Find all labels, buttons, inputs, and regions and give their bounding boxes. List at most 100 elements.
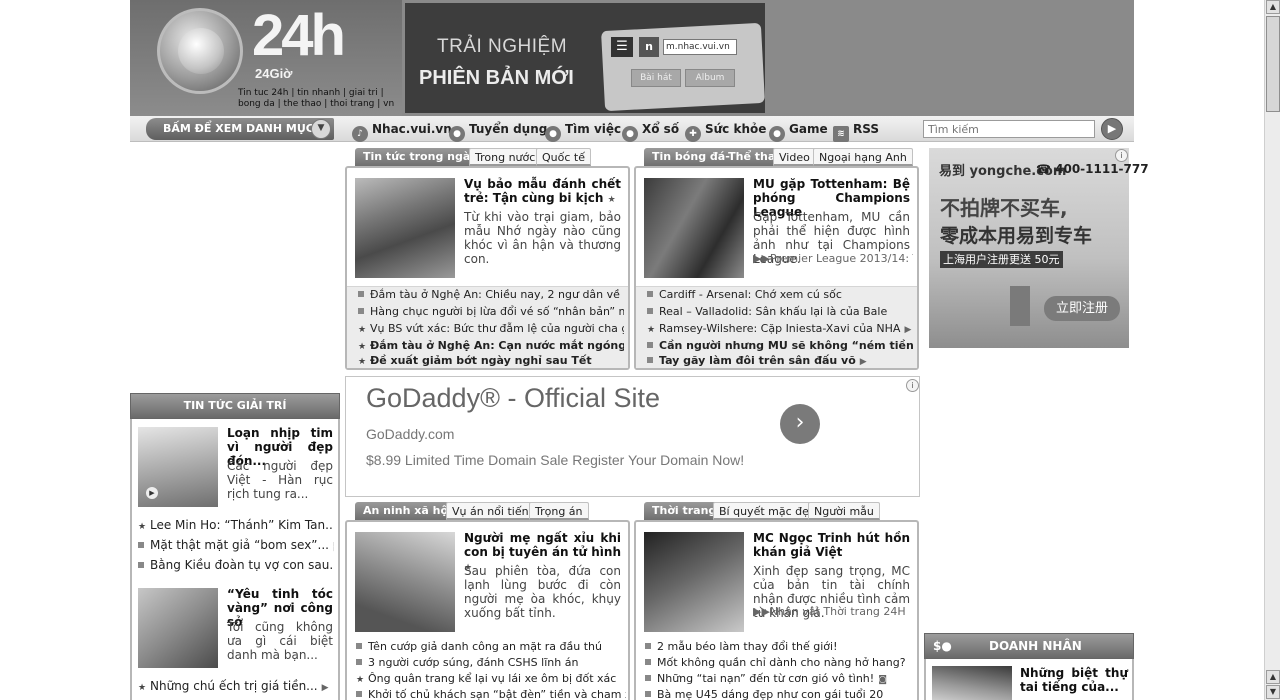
bullet-icon — [645, 675, 651, 681]
fashion-headline[interactable]: MC Ngọc Trinh hút hồn khán giả Việt — [753, 531, 910, 559]
tab-bi-quyet-mac-dep[interactable]: Bí quyết mặc đẹp — [713, 502, 822, 520]
ad-title[interactable]: GoDaddy® - Official Site — [366, 383, 660, 414]
scrollbar-thumb[interactable] — [1266, 16, 1280, 112]
list-item[interactable]: 2 mẫu béo làm thay đổi thế giới! — [645, 640, 915, 654]
bullet-icon — [138, 542, 144, 548]
bullet-icon — [645, 691, 651, 697]
business-headline[interactable]: Những biệt thự tai tiếng của... — [1020, 666, 1128, 694]
list-item[interactable]: Mốt không quần chỉ dành cho nàng hở hang… — [645, 656, 915, 670]
list-item[interactable]: Bà mẹ U45 dáng đẹp như con gái tuổi 20 — [645, 688, 915, 700]
star-icon: ★ — [607, 195, 616, 205]
nav-item-suc-khoe[interactable]: ✚ Sức khỏe — [685, 116, 766, 142]
tab-trong-nuoc[interactable]: Trong nước — [469, 148, 542, 166]
star-icon: ★ — [358, 357, 367, 367]
tab-an-ninh-xa-hoi[interactable]: An ninh xã hội — [355, 502, 460, 526]
logo-text[interactable]: 24h — [252, 4, 346, 68]
list-item[interactable]: ★ Những chú ếch trị giá tiền... ▶ — [138, 679, 334, 695]
list-item[interactable]: Real – Valladolid: Sân khấu lại là của B… — [647, 305, 913, 319]
lottery-icon: ● — [622, 126, 638, 142]
sport-thumbnail[interactable] — [644, 178, 744, 278]
category-menu-button[interactable]: BẤM ĐỂ XEM DANH MỤC — [146, 118, 334, 140]
bullet-icon — [358, 308, 364, 314]
list-item[interactable]: Bằng Kiều đoàn tụ vợ con sau... — [138, 558, 334, 572]
scroll-up-icon[interactable]: ▲ — [1266, 670, 1280, 684]
tab-ngoai-hang-anh[interactable]: Ngoại hạng Anh — [813, 148, 913, 166]
nav-item-rss[interactable]: ≋ RSS — [833, 116, 879, 142]
business-section-title[interactable]: $● DOANH NHÂN — [924, 633, 1134, 659]
nav-item-tuyen-dung[interactable]: ● Tuyển dụng — [449, 116, 547, 142]
play-arrow-icon: ▶▶ — [753, 605, 770, 618]
list-item[interactable]: ★ Vụ BS vứt xác: Bức thư đẫm lệ của người… — [358, 322, 624, 337]
list-item[interactable]: Tên cướp giả danh công an mặt ra đầu thú — [356, 640, 626, 654]
star-icon: ★ — [356, 675, 365, 685]
list-item[interactable]: Đắm tàu ở Nghệ An: Chiều nay, 2 ngư dân … — [358, 288, 624, 302]
list-item[interactable]: Tay gãy làm đôi trên sân đấu võ ▶ — [647, 354, 913, 369]
sport-source-link[interactable]: ▶▶Premier League 2013/14: Tứ... — [753, 252, 913, 265]
fashion-source-link[interactable]: ▶▶Nhân vật Thời trang 24H — [753, 605, 913, 618]
list-item[interactable]: ★ Ông quân trang kể lại vụ lái xe ôm bị đ… — [356, 672, 626, 687]
ad-info-icon[interactable]: i — [1115, 149, 1128, 162]
music-icon: ♪ — [352, 126, 368, 142]
sidebar-thumbnail[interactable] — [138, 588, 218, 668]
tab-nguoi-mau[interactable]: Người mẫu — [808, 502, 880, 520]
tab-video[interactable]: Video — [773, 148, 816, 166]
bullet-icon — [356, 659, 362, 665]
people-icon: ● — [449, 126, 465, 142]
logo-subtext: 24Giờ — [255, 66, 293, 81]
tab-quoc-te[interactable]: Quốc tế — [536, 148, 591, 166]
chevron-down-icon[interactable]: ▼ — [311, 119, 331, 139]
bullet-icon — [645, 659, 651, 665]
tab-tin-bong-da[interactable]: Tin bóng đá-Thể thao — [644, 148, 791, 172]
list-item[interactable]: ★ Đắm tàu ở Nghệ An: Cạn nước mắt ngóng c… — [358, 339, 624, 354]
play-arrow-icon: ▶▶ — [753, 252, 770, 265]
header-banner-ad[interactable]: TRẢI NGHIỆM PHIÊN BẢN MỚI ☰ n m.nhac.vui… — [405, 3, 765, 113]
fashion-thumbnail[interactable] — [644, 532, 744, 632]
news-thumbnail[interactable] — [355, 178, 455, 278]
search-input[interactable] — [923, 120, 1095, 138]
business-thumbnail[interactable] — [932, 666, 1012, 700]
health-icon: ✚ — [685, 126, 701, 142]
scroll-down-icon[interactable]: ▼ — [1266, 685, 1280, 699]
list-item[interactable]: ★ Lee Min Ho: “Thánh” Kim Tan... — [138, 518, 334, 534]
star-icon: ★ — [138, 522, 147, 532]
list-item[interactable]: Cardiff - Arsenal: Chớ xem cú sốc — [647, 288, 913, 302]
ad-headline-1: 不拍牌不买车, — [940, 196, 1068, 220]
list-item[interactable]: Khởi tố chủ khách sạn “bật đèn” tiền và … — [356, 688, 626, 700]
ad-description: $8.99 Limited Time Domain Sale Register … — [366, 452, 745, 468]
bullet-icon — [138, 562, 144, 568]
search-go-button[interactable]: ▶ — [1101, 118, 1123, 140]
nhac-logo-icon: n — [639, 37, 659, 57]
list-item[interactable]: Cần người nhưng MU sẽ không “ném tiền” — [647, 339, 913, 353]
list-item[interactable]: 3 người cướp súng, đánh CSHS lĩnh án — [356, 656, 626, 670]
scroll-up-icon[interactable]: ▲ — [1266, 0, 1280, 14]
ad-domain[interactable]: GoDaddy.com — [366, 426, 454, 442]
logo-globe-inner — [178, 28, 224, 74]
star-icon: ★ — [358, 325, 367, 335]
bullet-icon — [356, 643, 362, 649]
game-icon: ● — [769, 126, 785, 142]
tab-tin-tuc-trong-ngay[interactable]: Tin tức trong ngày — [355, 148, 486, 172]
video-camera-icon: ▶ — [859, 357, 867, 367]
vertical-scrollbar[interactable]: ▲ ▲ ▼ — [1264, 0, 1280, 700]
list-item[interactable]: Mặt thật mặt giả “bom sex”...◙ — [138, 538, 334, 554]
news-headline[interactable]: Vụ bảo mẫu đánh chết trẻ: Tận cùng bi kị… — [464, 177, 621, 207]
nav-item-nhac[interactable]: ♪ Nhac.vui.vn — [352, 116, 452, 142]
bullet-icon — [647, 357, 653, 363]
bullet-icon — [647, 291, 653, 297]
security-thumbnail[interactable] — [355, 532, 455, 632]
play-icon: ▶ — [146, 487, 158, 499]
nav-item-xo-so[interactable]: ● Xổ số — [622, 116, 679, 142]
list-item[interactable]: Những “tai nạn” đến từ cơn gió vô tình! ◙ — [645, 672, 915, 687]
register-button[interactable]: 立即注册 — [1044, 296, 1120, 321]
list-item[interactable]: ★ Đề xuất giảm bớt ngày nghỉ sau Tết — [358, 354, 624, 369]
tab-trong-an[interactable]: Trọng án — [529, 502, 589, 520]
list-item[interactable]: Hàng chục người bị lừa đổi vé số “nhân b… — [358, 305, 624, 319]
tab-vu-an-noi-tieng[interactable]: Vụ án nổi tiếng — [446, 502, 542, 520]
chevron-right-icon[interactable]: › — [780, 404, 820, 444]
nav-item-tim-viec[interactable]: ● Tìm việc — [545, 116, 621, 142]
sidebar-title[interactable]: TIN TỨC GIẢI TRÍ — [130, 393, 340, 419]
ad-info-icon[interactable]: i — [906, 379, 919, 392]
menu-icon: ☰ — [611, 37, 633, 57]
nav-item-game[interactable]: ● Game — [769, 116, 828, 142]
list-item[interactable]: ★ Ramsey-Wilshere: Cặp Iniesta-Xavi của N… — [647, 322, 913, 337]
